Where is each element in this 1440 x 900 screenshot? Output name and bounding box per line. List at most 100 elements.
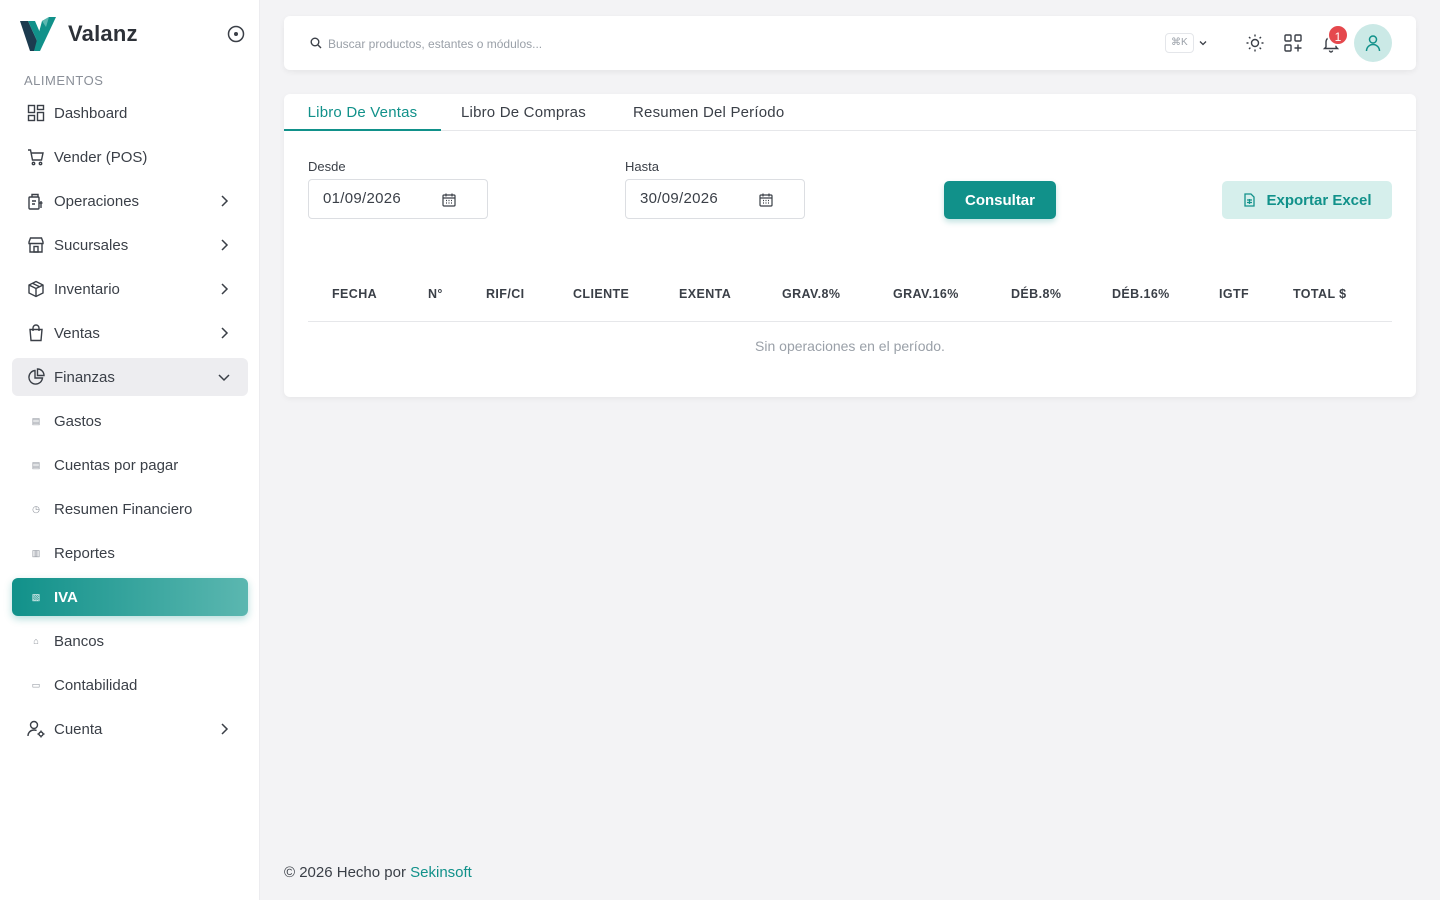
- pie-icon: ◷: [32, 503, 40, 514]
- sidebar-item-label: Sucursales: [54, 236, 129, 254]
- column-header[interactable]: FECHA: [332, 287, 377, 301]
- sidebar-item-label: Gastos: [54, 412, 102, 430]
- sidebar-item-label: Contabilidad: [54, 676, 138, 694]
- valanz-logo: [20, 17, 56, 51]
- table-header: FECHA N° RIF/CI CLIENTE EXENTA GRAV.8% G…: [308, 274, 1392, 322]
- sun-icon[interactable]: [1245, 33, 1265, 53]
- footer: © 2026 Hecho por Sekinsoft: [284, 864, 472, 881]
- sidebar-item-iva[interactable]: ▧ IVA: [12, 578, 248, 616]
- cart-icon: [26, 147, 46, 167]
- tab-libro-de-compras[interactable]: Libro De Compras: [461, 94, 586, 131]
- search-input[interactable]: [328, 33, 888, 55]
- sidebar-item-label: Reportes: [54, 544, 115, 562]
- dashboard-icon: [26, 103, 46, 123]
- bar-chart-icon: ▥: [31, 547, 41, 558]
- calendar-icon[interactable]: [441, 192, 457, 208]
- apps-grid-icon[interactable]: [1283, 33, 1303, 53]
- sidebar-item-operaciones[interactable]: Operaciones: [12, 182, 248, 220]
- sidebar-item-label: Operaciones: [54, 192, 140, 210]
- column-header[interactable]: GRAV.16%: [893, 287, 959, 301]
- sidebar: Valanz ALIMENTOS Dashboard Vender (POS) …: [0, 0, 260, 900]
- column-header[interactable]: EXENTA: [679, 287, 731, 301]
- column-header[interactable]: TOTAL $: [1293, 287, 1347, 301]
- sidebar-item-contabilidad[interactable]: ▭ Contabilidad: [12, 666, 248, 704]
- topbar: ⌘K 1: [284, 16, 1416, 70]
- to-date-input[interactable]: 30/09/2026: [625, 179, 805, 219]
- sidebar-item-label: Cuenta: [54, 720, 103, 738]
- search-icon: [310, 37, 322, 49]
- to-date-value: 30/09/2026: [640, 190, 719, 207]
- footer-link[interactable]: Sekinsoft: [410, 864, 472, 881]
- store-icon: [26, 235, 46, 255]
- empty-state: Sin operaciones en el período.: [755, 338, 945, 354]
- doc-icon: ▤: [31, 459, 41, 470]
- tab-libro-de-ventas[interactable]: Libro De Ventas: [284, 94, 441, 131]
- spreadsheet-icon: [1244, 193, 1256, 207]
- brand[interactable]: Valanz: [20, 16, 250, 52]
- sidebar-item-label: Resumen Financiero: [54, 500, 193, 518]
- pie-chart-icon: [26, 367, 46, 387]
- user-icon: [1365, 35, 1381, 52]
- book-icon: ▭: [31, 679, 41, 690]
- sidebar-item-cuenta[interactable]: Cuenta: [12, 710, 248, 748]
- bank-icon: ⌂: [33, 636, 39, 646]
- user-gear-icon: [26, 719, 46, 739]
- sidebar-item-bancos[interactable]: ⌂ Bancos: [12, 622, 248, 660]
- from-date-value: 01/09/2026: [323, 190, 402, 207]
- column-header[interactable]: GRAV.8%: [782, 287, 840, 301]
- sidebar-item-label: Bancos: [54, 632, 105, 650]
- sidebar-item-label: Cuentas por pagar: [54, 456, 179, 474]
- sidebar-item-ventas[interactable]: Ventas: [12, 314, 248, 352]
- tab-bar: Libro De Ventas Libro De Compras Resumen…: [284, 94, 1416, 131]
- sidebar-item-label: Ventas: [54, 324, 100, 342]
- sidebar-item-gastos[interactable]: ▤ Gastos: [12, 402, 248, 440]
- column-header[interactable]: DÉB.8%: [1011, 287, 1061, 301]
- consultar-button[interactable]: Consultar: [944, 181, 1056, 219]
- receipt-icon: ▧: [31, 591, 41, 602]
- column-header[interactable]: DÉB.16%: [1112, 287, 1170, 301]
- sidebar-item-cuentas-por-pagar[interactable]: ▤ Cuentas por pagar: [12, 446, 248, 484]
- operations-icon: [26, 191, 46, 211]
- sidebar-item-label: Vender (POS): [54, 148, 148, 166]
- calendar-icon[interactable]: [758, 192, 774, 208]
- notification-badge: 1: [1327, 24, 1349, 46]
- search-shortcut: ⌘K: [1165, 33, 1194, 53]
- sidebar-item-sucursales[interactable]: Sucursales: [12, 226, 248, 264]
- sidebar-item-inventario[interactable]: Inventario: [12, 270, 248, 308]
- doc-icon: ▤: [31, 415, 41, 426]
- from-label: Desde: [308, 159, 346, 174]
- sidebar-item-label: IVA: [54, 588, 78, 606]
- brand-name: Valanz: [68, 21, 138, 46]
- chevron-right-icon: [221, 723, 229, 735]
- box-icon: [26, 279, 46, 299]
- sidebar-item-vender-pos[interactable]: Vender (POS): [12, 138, 248, 176]
- to-label: Hasta: [625, 159, 659, 174]
- column-header[interactable]: CLIENTE: [573, 287, 629, 301]
- chevron-right-icon: [221, 283, 229, 295]
- section-label: ALIMENTOS: [24, 73, 104, 88]
- chevron-down-icon[interactable]: [1197, 37, 1209, 49]
- sidebar-nav: Dashboard Vender (POS) Operaciones Sucur…: [12, 94, 248, 754]
- shopping-bag-icon: [26, 323, 46, 343]
- sidebar-toggle-icon[interactable]: [226, 24, 246, 44]
- sidebar-item-finanzas[interactable]: Finanzas: [12, 358, 248, 396]
- tab-resumen-del-periodo[interactable]: Resumen Del Período: [633, 94, 784, 131]
- sidebar-item-label: Dashboard: [54, 104, 128, 122]
- export-excel-label: Exportar Excel: [1266, 191, 1372, 209]
- chevron-right-icon: [221, 195, 229, 207]
- column-header[interactable]: RIF/CI: [486, 287, 525, 301]
- iva-card: Libro De Ventas Libro De Compras Resumen…: [284, 94, 1416, 397]
- from-date-input[interactable]: 01/09/2026: [308, 179, 488, 219]
- chevron-right-icon: [221, 239, 229, 251]
- footer-text: © 2026 Hecho por: [284, 864, 406, 881]
- sidebar-item-resumen-financiero[interactable]: ◷ Resumen Financiero: [12, 490, 248, 528]
- column-header[interactable]: IGTF: [1219, 287, 1249, 301]
- sidebar-item-dashboard[interactable]: Dashboard: [12, 94, 248, 132]
- export-excel-button[interactable]: Exportar Excel: [1222, 181, 1392, 219]
- sidebar-item-label: Inventario: [54, 280, 120, 298]
- column-header[interactable]: N°: [428, 287, 443, 301]
- avatar[interactable]: [1354, 24, 1392, 62]
- chevron-down-icon: [218, 374, 230, 382]
- sidebar-item-label: Finanzas: [54, 368, 115, 386]
- sidebar-item-reportes[interactable]: ▥ Reportes: [12, 534, 248, 572]
